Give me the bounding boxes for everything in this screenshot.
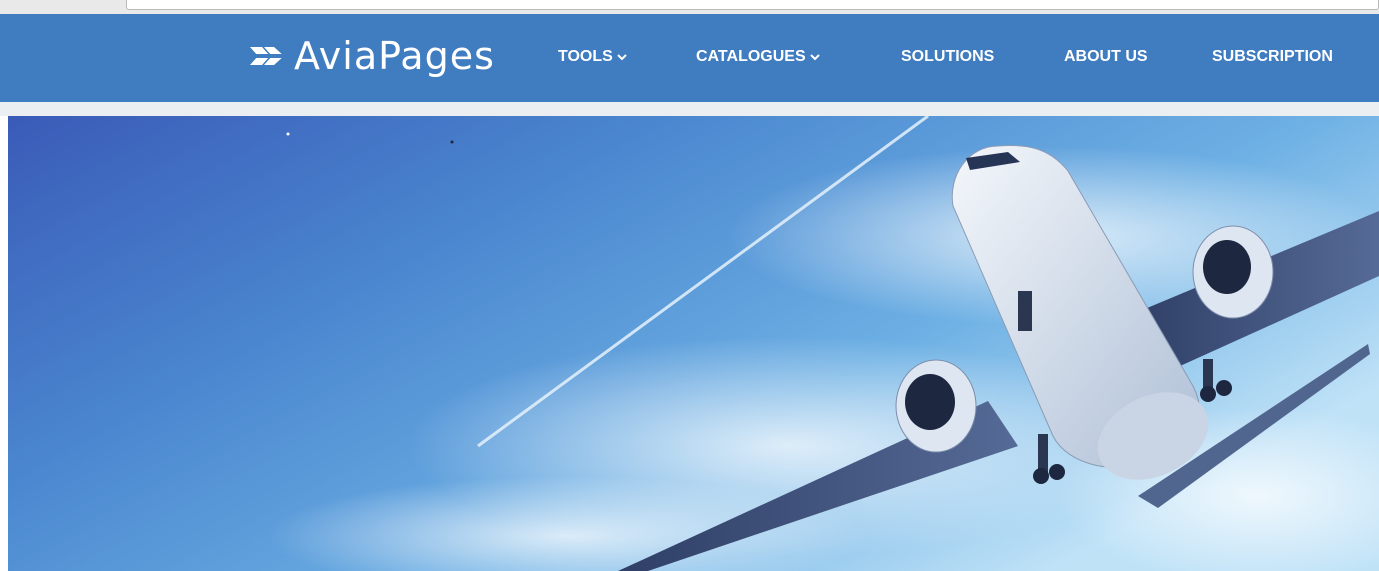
address-bar[interactable] [126,0,1379,10]
chevron-down-icon [809,54,820,61]
nav-label: TOOLS [558,48,613,65]
site-header: AviaPages TOOLS CATALOGUES SOLUTIONS ABO… [0,14,1379,102]
nav-item-about-us[interactable]: ABOUT US [1064,48,1148,66]
brand-name: AviaPages [294,34,495,78]
nav-label: SUBSCRIPTION [1212,48,1333,65]
nav-item-subscription[interactable]: SUBSCRIPTION [1212,48,1333,66]
nav-item-catalogues[interactable]: CATALOGUES [696,48,820,66]
plane-arrow-icon [248,47,286,65]
nav-item-tools[interactable]: TOOLS [558,48,627,66]
nav-label: CATALOGUES [696,48,806,65]
chevron-down-icon [617,54,627,61]
nav-label: ABOUT US [1064,48,1148,65]
nav-label: SOLUTIONS [901,48,995,65]
airplane-hero-image [8,116,1379,571]
nav-item-solutions[interactable]: SOLUTIONS [901,48,994,66]
brand-logo[interactable]: AviaPages [248,34,495,78]
browser-chrome [0,0,1379,15]
header-divider [0,102,1379,116]
hero-banner [8,116,1379,571]
